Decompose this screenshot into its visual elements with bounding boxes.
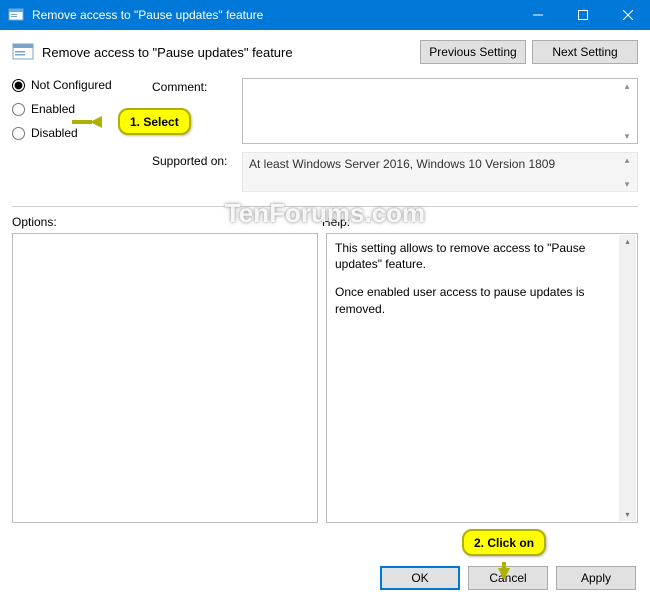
supported-label: Supported on: xyxy=(152,152,242,192)
help-text-1: This setting allows to remove access to … xyxy=(335,240,617,272)
callout-arrow-left-icon xyxy=(90,116,102,128)
policy-title: Remove access to "Pause updates" feature xyxy=(42,45,414,60)
options-panel xyxy=(12,233,318,523)
radio-enabled-label: Enabled xyxy=(31,102,75,116)
separator xyxy=(12,206,638,207)
apply-button[interactable]: Apply xyxy=(556,566,636,590)
radio-enabled-input[interactable] xyxy=(12,103,25,116)
comment-input[interactable]: ▴▾ xyxy=(242,78,638,144)
policy-header-icon xyxy=(12,41,34,63)
ok-button[interactable]: OK xyxy=(380,566,460,590)
callout-click: 2. Click on xyxy=(462,529,546,556)
radio-not-configured-label: Not Configured xyxy=(31,78,112,92)
radio-not-configured-input[interactable] xyxy=(12,79,25,92)
radio-disabled-input[interactable] xyxy=(12,127,25,140)
next-setting-button[interactable]: Next Setting xyxy=(532,40,638,64)
supported-on-text: At least Windows Server 2016, Windows 10… xyxy=(249,157,555,171)
help-panel: This setting allows to remove access to … xyxy=(326,233,638,523)
minimize-button[interactable] xyxy=(515,0,560,30)
titlebar: Remove access to "Pause updates" feature xyxy=(0,0,650,30)
options-label: Options: xyxy=(12,215,322,229)
callout-arrow-down-icon xyxy=(498,568,510,580)
window-title: Remove access to "Pause updates" feature xyxy=(32,8,515,22)
help-text-2: Once enabled user access to pause update… xyxy=(335,284,617,316)
maximize-button[interactable] xyxy=(560,0,605,30)
policy-icon xyxy=(8,7,24,23)
radio-not-configured[interactable]: Not Configured xyxy=(12,78,152,92)
callout-select: 1. Select xyxy=(118,108,191,135)
previous-setting-button[interactable]: Previous Setting xyxy=(420,40,526,64)
help-scrollbar[interactable]: ▴▾ xyxy=(619,235,636,521)
supported-scroll: ▴▾ xyxy=(619,155,635,189)
supported-on-box: At least Windows Server 2016, Windows 10… xyxy=(242,152,638,192)
help-label: Help: xyxy=(322,215,350,229)
comment-scroll[interactable]: ▴▾ xyxy=(619,81,635,141)
radio-disabled-label: Disabled xyxy=(31,126,78,140)
close-button[interactable] xyxy=(605,0,650,30)
